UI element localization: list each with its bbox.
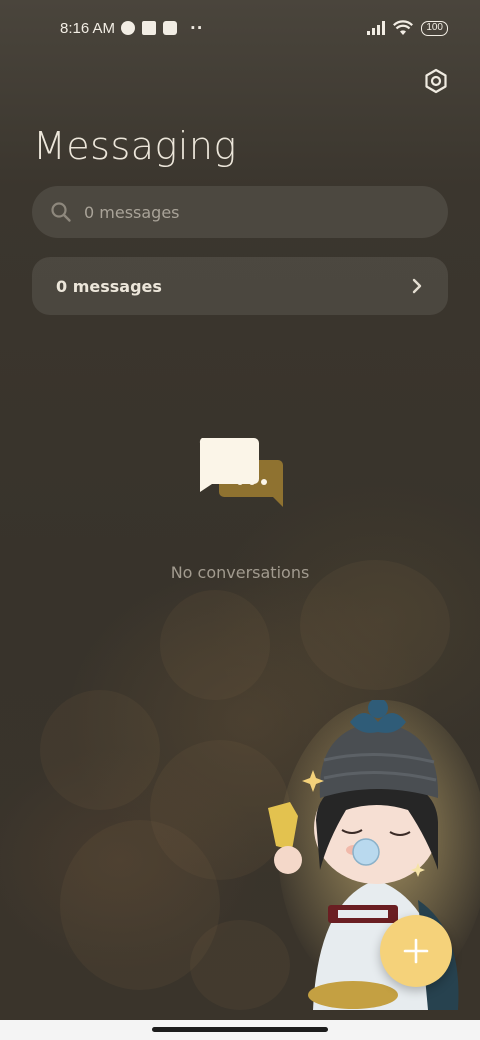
battery-indicator: 100 [421,20,448,36]
status-bar: 8:16 AM ·· 100 [0,0,480,56]
notification-icon [142,21,157,35]
signal-icon [367,21,386,35]
chevron-right-icon [412,278,422,294]
mascot-character-illustration [268,700,480,1010]
new-message-button[interactable] [380,915,452,987]
messages-row-label: 0 messages [56,276,162,296]
wallpaper-figure [160,590,270,700]
more-notifications-indicator: ·· [190,19,204,37]
notification-icon [163,21,178,35]
page-title: Messaging [33,124,237,168]
settings-button[interactable] [421,66,451,96]
empty-state-text: No conversations [170,563,310,582]
messages-row[interactable]: 0 messages [32,257,448,315]
plus-icon [403,938,429,964]
gear-icon [425,68,447,94]
search-icon [51,202,71,222]
home-gesture-handle[interactable] [152,1027,328,1032]
chat-bubbles-icon [199,438,283,507]
status-time: 8:16 AM [60,19,116,37]
search-bar[interactable] [32,186,448,238]
wallpaper-figure [40,690,160,810]
search-input[interactable] [84,202,384,222]
navigation-bar [0,1020,480,1040]
wifi-icon [393,20,414,35]
notification-icon [121,21,136,35]
